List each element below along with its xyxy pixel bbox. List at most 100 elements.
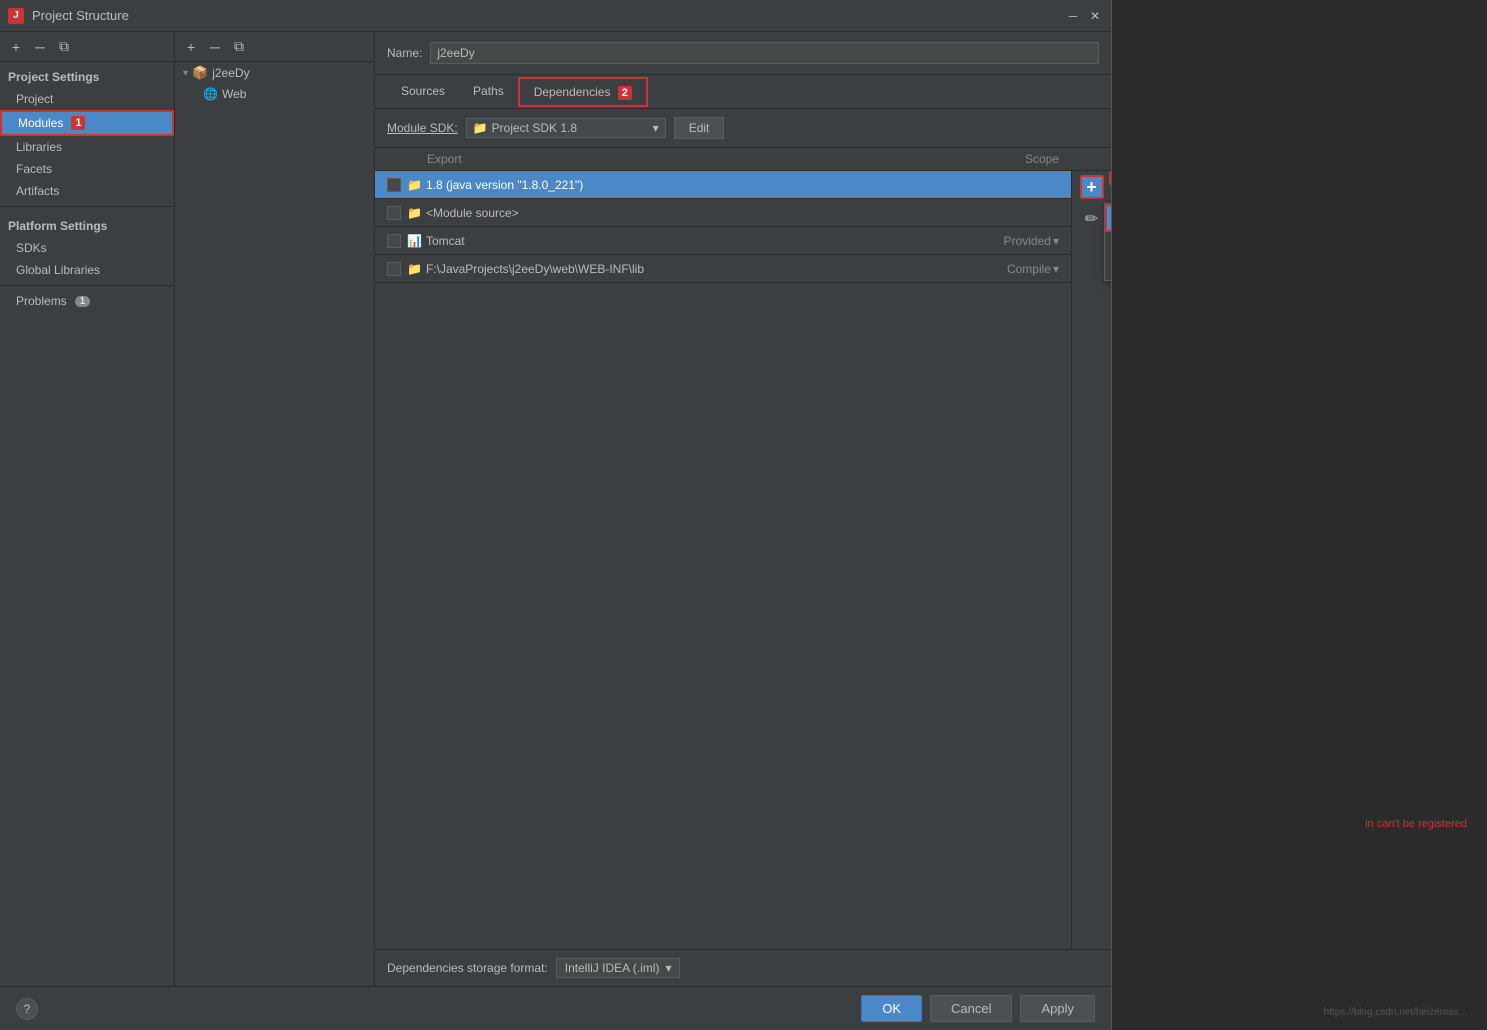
sidebar-item-label: Modules xyxy=(18,116,63,130)
dep-icon-lib: 📁 xyxy=(407,262,422,276)
ok-button[interactable]: OK xyxy=(861,995,922,1022)
footer: ? OK Cancel Apply xyxy=(0,986,1111,1030)
sidebar-item-label: Libraries xyxy=(16,140,62,154)
dep-checkbox-jdk[interactable] xyxy=(387,178,401,192)
dep-icon-jdk: 📁 xyxy=(407,178,422,192)
tabs-row: Sources Paths Dependencies 2 xyxy=(375,75,1111,109)
ide-url: https://blog.csdn.net/heizemax... xyxy=(1324,1007,1467,1018)
add-dependency-dropdown: 1 JARs or directories... 4 2 Library... … xyxy=(1104,203,1112,281)
col-export-header: Export xyxy=(427,152,477,166)
module-add-button[interactable]: + xyxy=(181,37,201,57)
col-scope-header: Scope xyxy=(959,152,1059,166)
dep-name-jdk: 1.8 (java version "1.8.0_221") xyxy=(426,178,959,192)
tab-sources[interactable]: Sources xyxy=(387,78,459,106)
left-sidebar: + ─ ⧉ Project Settings Project Modules 1… xyxy=(0,32,175,986)
title-bar: J Project Structure ─ ✕ xyxy=(0,0,1111,32)
sidebar-remove-button[interactable]: ─ xyxy=(30,37,50,57)
problems-count: 1 xyxy=(75,296,91,307)
tree-item-label: Web xyxy=(222,87,246,101)
sidebar-item-global-libraries[interactable]: Global Libraries xyxy=(0,259,174,281)
tab-paths[interactable]: Paths xyxy=(459,78,518,106)
tree-item-web[interactable]: 🌐 Web xyxy=(175,84,374,104)
dropdown-item-library[interactable]: 2 Library... xyxy=(1105,232,1112,256)
dependency-row-jdk[interactable]: 📁 1.8 (java version "1.8.0_221") xyxy=(375,171,1071,199)
dependencies-list: 📁 1.8 (java version "1.8.0_221") 📁 <Modu… xyxy=(375,171,1071,949)
sdk-label: Module SDK: xyxy=(387,121,458,135)
platform-settings-label: Platform Settings xyxy=(0,211,174,237)
dep-scope-tomcat[interactable]: Provided ▾ xyxy=(959,234,1059,248)
tab-dependencies[interactable]: Dependencies 2 xyxy=(518,77,648,107)
sdk-select[interactable]: 📁 Project SDK 1.8 ▾ xyxy=(466,118,666,138)
tree-item-j2eedy[interactable]: ▾ 📦 j2eeDy xyxy=(175,62,374,84)
sidebar-item-modules[interactable]: Modules 1 xyxy=(0,110,174,136)
edit-dependency-button[interactable]: ✏ xyxy=(1080,207,1104,231)
module-tree: + ─ ⧉ ▾ 📦 j2eeDy 🌐 Web xyxy=(175,32,375,986)
sdk-dropdown-arrow: ▾ xyxy=(653,121,659,135)
sidebar-copy-button[interactable]: ⧉ xyxy=(54,37,74,57)
add-dependency-button[interactable]: + xyxy=(1080,175,1104,199)
sidebar-item-label: Global Libraries xyxy=(16,263,100,277)
sdk-value: Project SDK 1.8 xyxy=(492,121,577,135)
dropdown-item-jars[interactable]: 1 JARs or directories... 4 xyxy=(1105,204,1112,232)
sdk-edit-button[interactable]: Edit xyxy=(674,117,725,139)
dropdown-item-module-dep[interactable]: 3 Module Dependency... xyxy=(1105,256,1112,280)
name-label: Name: xyxy=(387,46,422,60)
sidebar-item-label: SDKs xyxy=(16,241,47,255)
dep-scope-lib[interactable]: Compile ▾ xyxy=(959,262,1059,276)
web-icon: 🌐 xyxy=(203,87,218,101)
project-settings-label: Project Settings xyxy=(0,62,174,88)
sidebar-add-button[interactable]: + xyxy=(6,37,26,57)
sidebar-item-facets[interactable]: Facets xyxy=(0,158,174,180)
help-button[interactable]: ? xyxy=(16,998,38,1020)
apply-button[interactable]: Apply xyxy=(1020,995,1095,1022)
module-copy-button[interactable]: ⧉ xyxy=(229,37,249,57)
dependency-row-lib[interactable]: 📁 F:\JavaProjects\j2eeDy\web\WEB-INF\lib… xyxy=(375,255,1071,283)
sdk-icon: 📁 xyxy=(473,121,488,135)
actions-panel: + 3 1 JARs or directories... 4 2 Lib xyxy=(1071,171,1111,949)
storage-select[interactable]: IntelliJ IDEA (.iml) ▾ xyxy=(556,958,681,978)
app-icon: J xyxy=(8,8,24,24)
close-button[interactable]: ✕ xyxy=(1087,8,1103,24)
sidebar-item-artifacts[interactable]: Artifacts xyxy=(0,180,174,202)
sidebar-item-sdks[interactable]: SDKs xyxy=(0,237,174,259)
dependency-row-tomcat[interactable]: 📊 Tomcat Provided ▾ xyxy=(375,227,1071,255)
annotation-3: 3 xyxy=(1109,171,1111,185)
dep-icon-source: 📁 xyxy=(407,206,422,220)
sidebar-item-label: Problems xyxy=(16,294,67,308)
dep-checkbox-tomcat[interactable] xyxy=(387,234,401,248)
window-title: Project Structure xyxy=(32,8,1065,23)
tree-expand-arrow: ▾ xyxy=(183,68,188,79)
sidebar-item-project[interactable]: Project xyxy=(0,88,174,110)
dep-icon-tomcat: 📊 xyxy=(407,234,422,248)
storage-label: Dependencies storage format: xyxy=(387,961,548,975)
dep-name-lib: F:\JavaProjects\j2eeDy\web\WEB-INF\lib xyxy=(426,262,959,276)
storage-value: IntelliJ IDEA (.iml) xyxy=(565,961,660,975)
dep-checkbox-lib[interactable] xyxy=(387,262,401,276)
cancel-button[interactable]: Cancel xyxy=(930,995,1012,1022)
sdk-row: Module SDK: 📁 Project SDK 1.8 ▾ Edit xyxy=(375,109,1111,148)
storage-arrow: ▾ xyxy=(665,961,671,975)
dependencies-table-header: Export Scope xyxy=(375,148,1111,171)
dep-name-source: <Module source> xyxy=(426,206,959,220)
tree-item-label: j2eeDy xyxy=(212,66,249,80)
dep-checkbox-source[interactable] xyxy=(387,206,401,220)
name-row: Name: xyxy=(375,32,1111,75)
ide-error-text: in can't be registered xyxy=(1365,818,1467,830)
annotation-1: 1 xyxy=(71,116,85,130)
module-remove-button[interactable]: ─ xyxy=(205,37,225,57)
sidebar-item-libraries[interactable]: Libraries xyxy=(0,136,174,158)
dependency-row-source[interactable]: 📁 <Module source> xyxy=(375,199,1071,227)
sidebar-item-problems[interactable]: Problems 1 xyxy=(0,290,174,312)
name-input[interactable] xyxy=(430,42,1099,64)
module-icon: 📦 xyxy=(192,65,208,81)
minimize-button[interactable]: ─ xyxy=(1065,8,1081,24)
sidebar-toolbar: + ─ ⧉ xyxy=(0,32,174,62)
annotation-2: 2 xyxy=(618,86,632,100)
sidebar-item-label: Project xyxy=(16,92,53,106)
module-tree-toolbar: + ─ ⧉ xyxy=(175,32,374,62)
dep-name-tomcat: Tomcat xyxy=(426,234,959,248)
sidebar-item-label: Facets xyxy=(16,162,52,176)
storage-format-row: Dependencies storage format: IntelliJ ID… xyxy=(375,949,1111,986)
main-panel: Name: Sources Paths Dependencies 2 Modul… xyxy=(375,32,1111,986)
sidebar-item-label: Artifacts xyxy=(16,184,59,198)
